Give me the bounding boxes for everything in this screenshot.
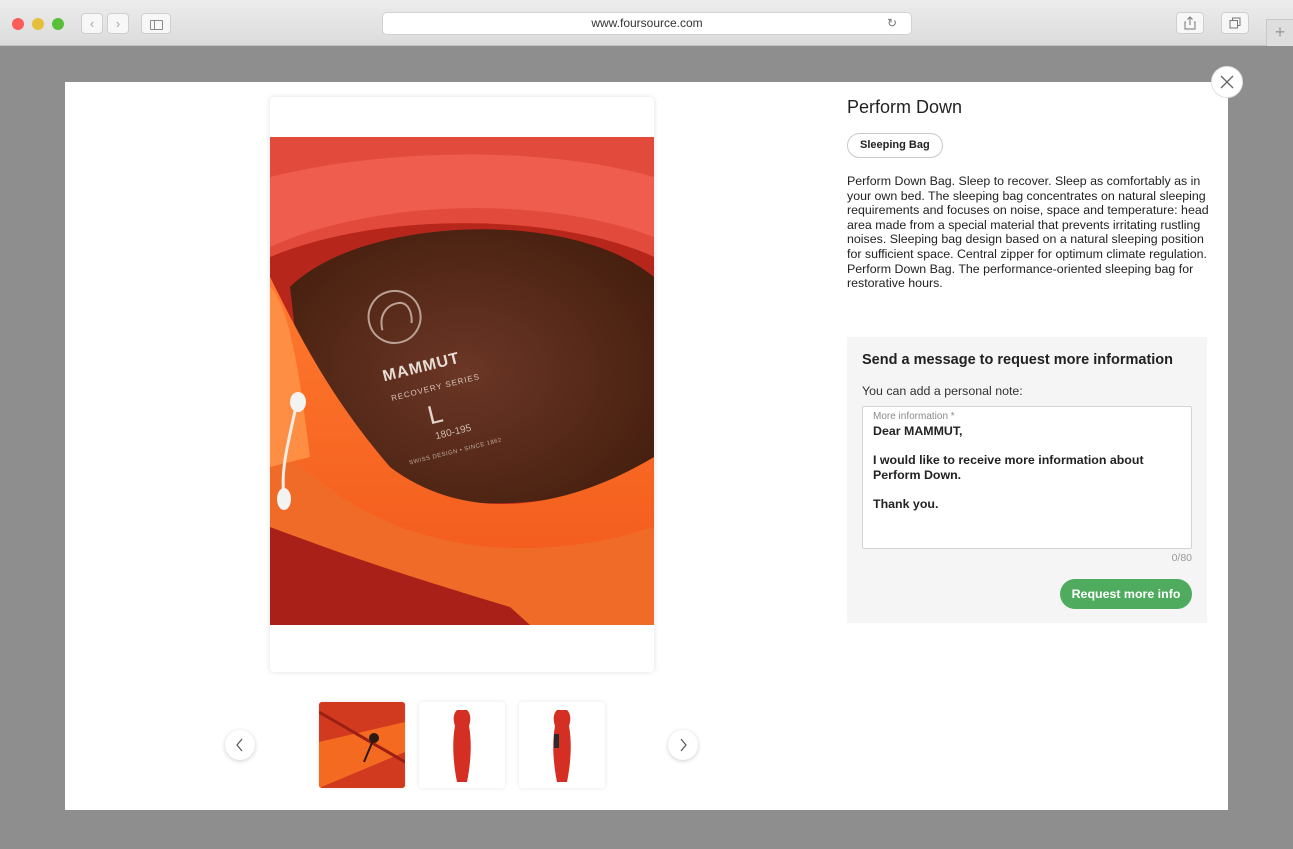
browser-back-button[interactable]: ‹	[81, 13, 103, 34]
chevron-right-icon	[680, 738, 687, 752]
tabs-icon	[1229, 17, 1241, 29]
address-bar[interactable]: www.foursource.com ↻	[382, 12, 912, 35]
thumbnail-bag-front-image	[453, 710, 471, 782]
thumbnail-3[interactable]	[519, 702, 605, 788]
product-title: Perform Down	[847, 97, 963, 117]
main-image-card: MAMMUT RECOVERY SERIES L 180-195 SWISS D…	[270, 97, 654, 672]
personal-note-text[interactable]: Dear MAMMUT, I would like to receive mor…	[873, 424, 1189, 511]
thumbnail-bag-back-image	[553, 710, 571, 782]
close-modal-button[interactable]	[1211, 66, 1243, 98]
personal-note-label: More information *	[873, 411, 955, 422]
request-info-panel: Send a message to request more informati…	[847, 337, 1207, 623]
chevron-left-icon	[236, 738, 243, 752]
product-photo[interactable]: MAMMUT RECOVERY SERIES L 180-195 SWISS D…	[270, 137, 654, 625]
window-zoom-button[interactable]	[52, 18, 64, 30]
category-tag: Sleeping Bag	[847, 133, 943, 158]
request-panel-subtitle: You can add a personal note:	[862, 384, 1023, 398]
chevron-left-icon: ‹	[89, 16, 95, 31]
share-button[interactable]	[1176, 12, 1204, 34]
browser-forward-button[interactable]: ›	[107, 13, 129, 34]
show-tabs-button[interactable]	[1221, 12, 1249, 34]
new-tab-button[interactable]: +	[1266, 19, 1293, 46]
sidebar-toggle-button[interactable]	[141, 13, 171, 34]
window-minimize-button[interactable]	[32, 18, 44, 30]
request-more-info-button[interactable]: Request more info	[1060, 579, 1192, 609]
browser-toolbar: ‹ › www.foursource.com ↻ +	[0, 0, 1293, 46]
reload-icon[interactable]: ↻	[887, 13, 897, 34]
thumbnail-zipper-image	[319, 702, 405, 788]
window-close-button[interactable]	[12, 18, 24, 30]
request-panel-title: Send a message to request more informati…	[862, 352, 1174, 368]
sidebar-icon	[149, 19, 163, 30]
close-icon	[1220, 75, 1234, 89]
product-description: Perform Down Bag. Sleep to recover. Slee…	[847, 174, 1209, 291]
personal-note-field[interactable]: More information * Dear MAMMUT, I would …	[862, 406, 1192, 549]
carousel-prev-button[interactable]	[225, 730, 255, 760]
character-counter: 0/80	[1171, 552, 1192, 564]
thumbnail-1[interactable]	[319, 702, 405, 788]
thumbnail-2[interactable]	[419, 702, 505, 788]
url-text: www.foursource.com	[591, 16, 703, 30]
chevron-right-icon: ›	[115, 16, 121, 31]
carousel-next-button[interactable]	[668, 730, 698, 760]
share-icon	[1184, 16, 1196, 30]
